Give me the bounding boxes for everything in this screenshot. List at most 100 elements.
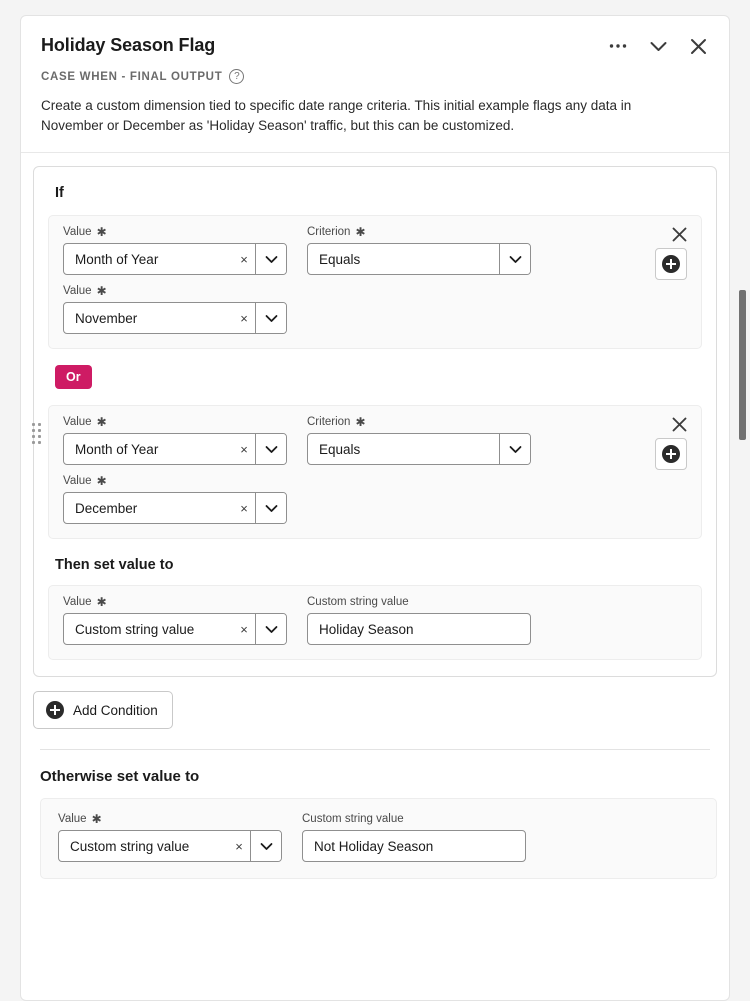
header-actions <box>607 35 709 57</box>
condition-box-1: Value ✱ Month of Year × Value ✱ November… <box>48 215 702 349</box>
clear-icon[interactable]: × <box>233 614 255 644</box>
then-value-label-text: Value <box>63 596 92 608</box>
app-root: Holiday Season Flag CASE WHEN - FINAL OU… <box>0 0 750 1001</box>
condition-box-2: Value ✱ Month of Year × Value ✱ December… <box>48 405 702 539</box>
card-subtitle: CASE WHEN - FINAL OUTPUT <box>41 70 223 83</box>
otherwise-fields-row: Value ✱ Custom string value × Custom str… <box>58 813 702 862</box>
chevron-down-icon[interactable] <box>255 434 286 464</box>
second-value-dropdown-text: December <box>75 500 138 516</box>
criterion-label: Criterion ✱ <box>307 416 531 428</box>
otherwise-value-group: Value ✱ Custom string value × <box>58 813 282 862</box>
criterion-label: Criterion ✱ <box>307 226 531 238</box>
clear-icon[interactable]: × <box>228 831 250 861</box>
chevron-down-icon[interactable] <box>499 244 530 274</box>
criterion-dropdown-text: Equals <box>319 441 361 457</box>
chevron-down-icon[interactable] <box>499 434 530 464</box>
second-value-label: Value ✱ <box>63 285 287 297</box>
value-label-text: Value <box>63 416 92 428</box>
otherwise-custom-group: Custom string value Not Holiday Season <box>302 813 526 862</box>
add-condition-label: Add Condition <box>73 702 158 718</box>
card-description: Create a custom dimension tied to specif… <box>41 98 632 133</box>
required-asterisk: ✱ <box>91 812 102 826</box>
otherwise-value-label-text: Value <box>58 813 87 825</box>
then-heading: Then set value to <box>55 557 174 573</box>
card-header: Holiday Season Flag CASE WHEN - FINAL OU… <box>21 16 729 153</box>
value-dropdown-text: Month of Year <box>75 251 159 267</box>
clear-icon[interactable]: × <box>233 303 255 333</box>
required-asterisk: ✱ <box>355 415 366 429</box>
second-value-label-text: Value <box>63 285 92 297</box>
drag-dot <box>38 441 41 444</box>
value-dropdown[interactable]: Month of Year × <box>63 243 287 275</box>
otherwise-custom-label: Custom string value <box>302 813 526 825</box>
operator-chip-or[interactable]: Or <box>55 365 92 389</box>
if-heading: If <box>55 185 64 201</box>
drag-dot <box>38 429 41 432</box>
second-value-label-text: Value <box>63 475 92 487</box>
chevron-down-icon[interactable] <box>255 244 286 274</box>
title-row: Holiday Season Flag <box>41 34 709 57</box>
subtitle-row: CASE WHEN - FINAL OUTPUT ? <box>41 69 709 84</box>
card-body: If Value ✱ Month of Year × Value ✱ Novem… <box>21 153 729 879</box>
otherwise-value-box: Value ✱ Custom string value × Custom str… <box>40 798 717 879</box>
otherwise-custom-string-input[interactable]: Not Holiday Season <box>302 830 526 862</box>
chevron-down-icon[interactable] <box>255 493 286 523</box>
condition-wrapper-1: Value ✱ Month of Year × Value ✱ November… <box>48 215 702 349</box>
chevron-down-icon[interactable] <box>250 831 281 861</box>
drag-dot <box>38 435 41 438</box>
then-value-dropdown-text: Custom string value <box>75 621 195 637</box>
required-asterisk: ✱ <box>96 474 107 488</box>
drag-dot <box>32 429 35 432</box>
value-field-group: Value ✱ Month of Year × <box>63 416 287 524</box>
value-label: Value ✱ <box>63 226 287 238</box>
case-when-card: Holiday Season Flag CASE WHEN - FINAL OU… <box>20 15 730 1001</box>
add-condition-button[interactable]: Add Condition <box>33 691 173 729</box>
otherwise-heading: Otherwise set value to <box>40 768 200 785</box>
criterion-dropdown-text: Equals <box>319 251 361 267</box>
page-title: Holiday Season Flag <box>41 35 216 55</box>
otherwise-value-dropdown-text: Custom string value <box>70 838 190 854</box>
section-divider <box>40 749 710 750</box>
clear-icon[interactable]: × <box>233 493 255 523</box>
drag-handle[interactable] <box>32 423 41 445</box>
clear-icon[interactable]: × <box>233 434 255 464</box>
required-asterisk: ✱ <box>96 284 107 298</box>
then-custom-string-input[interactable]: Holiday Season <box>307 613 531 645</box>
plus-circle-icon <box>662 255 680 273</box>
drag-dot <box>32 441 35 444</box>
chevron-down-icon[interactable] <box>255 303 286 333</box>
value-label: Value ✱ <box>63 416 287 428</box>
clear-icon[interactable]: × <box>233 244 255 274</box>
then-fields-row: Value ✱ Custom string value × Custom str… <box>63 596 687 645</box>
chevron-down-icon[interactable] <box>255 614 286 644</box>
value-dropdown[interactable]: Month of Year × <box>63 433 287 465</box>
ellipsis-icon[interactable] <box>607 35 629 57</box>
add-criterion-button[interactable] <box>655 248 687 280</box>
remove-condition-icon[interactable] <box>669 414 689 434</box>
question-mark-circle-icon[interactable]: ? <box>229 69 245 84</box>
criterion-dropdown[interactable]: Equals <box>307 243 531 275</box>
remove-condition-icon[interactable] <box>669 224 689 244</box>
criterion-label-text: Criterion <box>307 416 351 428</box>
criterion-label-text: Criterion <box>307 226 351 238</box>
then-custom-label: Custom string value <box>307 596 531 608</box>
then-value-group: Value ✱ Custom string value × <box>63 596 287 645</box>
drag-dot <box>32 435 35 438</box>
criterion-dropdown[interactable]: Equals <box>307 433 531 465</box>
close-icon[interactable] <box>687 35 709 57</box>
add-criterion-button[interactable] <box>655 438 687 470</box>
chevron-down-icon[interactable] <box>647 35 669 57</box>
plus-circle-icon <box>662 445 680 463</box>
drag-dot <box>38 423 41 426</box>
if-block: If Value ✱ Month of Year × Value ✱ Novem… <box>32 166 717 677</box>
scrollbar-thumb[interactable] <box>739 290 746 440</box>
otherwise-value-dropdown[interactable]: Custom string value × <box>58 830 282 862</box>
then-value-dropdown[interactable]: Custom string value × <box>63 613 287 645</box>
required-asterisk: ✱ <box>96 225 107 239</box>
required-asterisk: ✱ <box>355 225 366 239</box>
second-value-label: Value ✱ <box>63 475 287 487</box>
then-value-label: Value ✱ <box>63 596 287 608</box>
second-value-dropdown[interactable]: December × <box>63 492 287 524</box>
second-value-dropdown[interactable]: November × <box>63 302 287 334</box>
then-custom-group: Custom string value Holiday Season <box>307 596 531 645</box>
